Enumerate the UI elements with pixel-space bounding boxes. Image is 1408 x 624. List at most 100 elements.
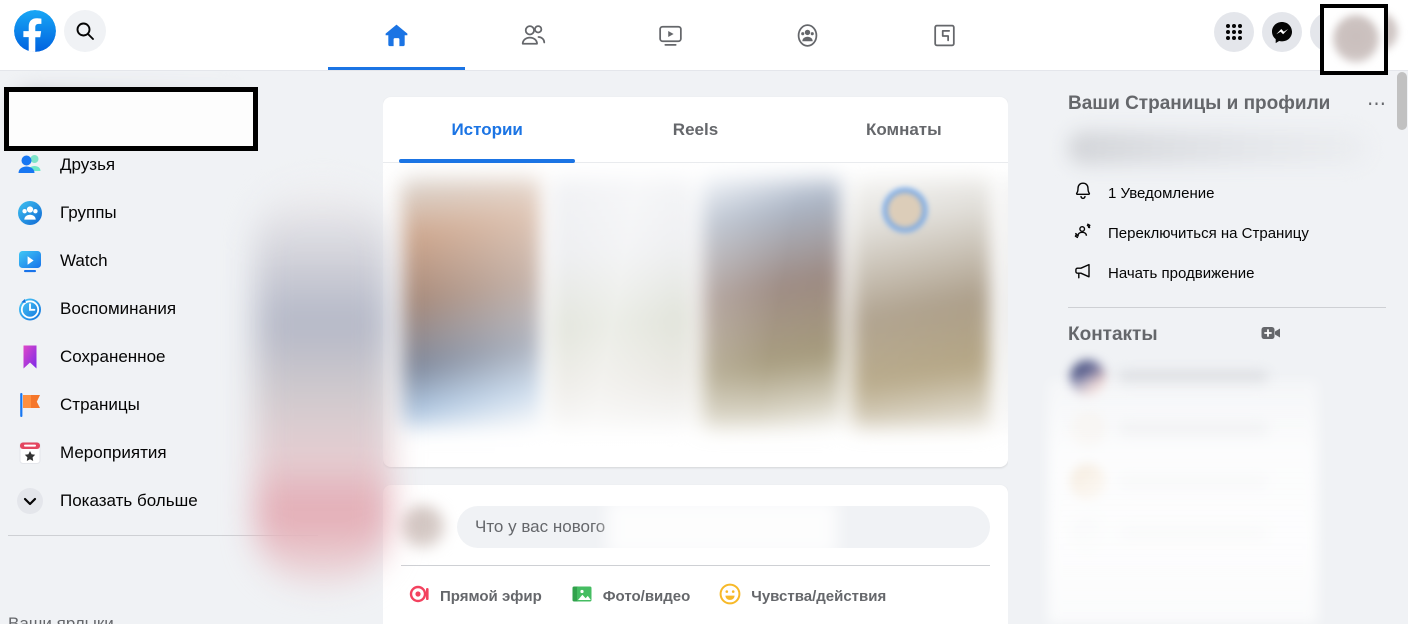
- sidebar-item-label: Мероприятия: [60, 443, 167, 462]
- bell-outline-icon: [1072, 180, 1094, 207]
- contact-list-item[interactable]: [1068, 352, 1392, 404]
- facebook-logo[interactable]: [14, 10, 56, 52]
- profile-highlight-backdrop: [9, 92, 253, 146]
- sidebar-item-label: Страницы: [60, 395, 140, 414]
- sidebar-item-saved[interactable]: Сохраненное: [4, 335, 332, 379]
- sidebar-item-label: Watch: [60, 251, 108, 270]
- photo-video-icon: [570, 582, 594, 610]
- watch-color-icon: [12, 243, 48, 279]
- nav-tab-watch[interactable]: [602, 0, 739, 70]
- sidebar-item-label: Группы: [60, 203, 117, 222]
- contact-list-item[interactable]: [1068, 456, 1392, 508]
- page-item-label: Переключиться на Страницу: [1108, 224, 1309, 242]
- story-card[interactable]: [551, 178, 692, 428]
- composer-blur-overlay: [607, 506, 837, 548]
- contact-name-blurred: [1118, 475, 1268, 489]
- composer-placeholder: Что у вас нового: [475, 517, 606, 536]
- pages-section-header: Ваши Страницы и профили ⋯: [1068, 89, 1392, 119]
- sidebar-item-label: Показать больше: [60, 491, 198, 510]
- watch-video-icon: [659, 25, 682, 46]
- chevron-down-icon: [12, 483, 48, 519]
- sidebar-divider: [8, 535, 318, 536]
- messenger-icon: [1272, 22, 1292, 44]
- search-button[interactable]: [64, 10, 106, 52]
- sidebar-item-watch[interactable]: Watch: [4, 239, 332, 283]
- nav-tab-groups[interactable]: [739, 0, 876, 70]
- contact-name-blurred: [1118, 423, 1268, 437]
- new-video-room-icon[interactable]: [1260, 322, 1282, 349]
- messenger-button[interactable]: [1262, 12, 1302, 52]
- composer-top-row: Что у вас нового: [383, 485, 1008, 549]
- composer-avatar[interactable]: [401, 505, 445, 549]
- photo-video-button[interactable]: Фото/видео: [560, 574, 701, 618]
- right-sidebar: Ваши Страницы и профили ⋯ 1 Уведомление …: [1048, 71, 1408, 624]
- tab-label: Комнаты: [865, 119, 942, 139]
- feeling-activity-button[interactable]: Чувства/действия: [708, 574, 896, 618]
- tab-label: Истории: [451, 119, 523, 139]
- page-entry-blur-shape: [1068, 131, 1368, 165]
- top-navigation-bar: 20+: [0, 0, 1408, 71]
- start-promotion-item[interactable]: Начать продвижение: [1068, 253, 1392, 293]
- feeling-smiley-icon: [718, 582, 742, 610]
- live-video-button[interactable]: Прямой эфир: [397, 574, 552, 618]
- sidebar-item-groups[interactable]: Группы: [4, 191, 332, 235]
- nav-tab-friends[interactable]: [465, 0, 602, 70]
- page-notifications-item[interactable]: 1 Уведомление: [1068, 173, 1392, 213]
- megaphone-icon: [1072, 260, 1094, 287]
- live-video-icon: [407, 582, 431, 610]
- contact-name-blurred: [1118, 527, 1268, 541]
- composer-action-label: Прямой эфир: [440, 587, 542, 605]
- search-icon: [76, 22, 94, 40]
- pages-flag-icon: [12, 387, 48, 423]
- contact-avatar: [1070, 412, 1106, 448]
- tab-reels[interactable]: Reels: [591, 97, 799, 162]
- story-card[interactable]: [701, 178, 842, 428]
- story-card[interactable]: [401, 178, 542, 428]
- page-item-label: Начать продвижение: [1108, 264, 1255, 282]
- nav-tab-home[interactable]: [328, 0, 465, 70]
- tab-rooms[interactable]: Комнаты: [800, 97, 1008, 162]
- sidebar-item-pages[interactable]: Страницы: [4, 383, 332, 427]
- friends-icon: [521, 24, 546, 45]
- contacts-section-title: Контакты: [1068, 324, 1158, 345]
- topbar-left-group: [14, 10, 106, 52]
- groups-icon: [797, 23, 818, 47]
- sidebar-item-events[interactable]: Мероприятия: [4, 431, 332, 475]
- composer-action-row: Прямой эфир Фото/видео Чувства/действия: [383, 566, 1008, 618]
- composer-input[interactable]: Что у вас нового: [457, 506, 990, 548]
- composer-action-label: Чувства/действия: [751, 587, 887, 605]
- center-feed: Истории Reels Комнаты Что у вас нового П…: [383, 71, 1008, 624]
- story-card[interactable]: [1001, 178, 1008, 428]
- sidebar-item-label: Воспоминания: [60, 299, 177, 318]
- nav-tab-gaming[interactable]: [876, 0, 1013, 70]
- sidebar-item-show-more[interactable]: Показать больше: [4, 479, 332, 523]
- page-entry-blurred[interactable]: [1068, 127, 1392, 173]
- memories-clock-icon: [12, 291, 48, 327]
- groups-color-icon: [12, 195, 48, 231]
- contact-name-blurred: [1118, 371, 1268, 385]
- switch-to-page-item[interactable]: Переключиться на Страницу: [1068, 213, 1392, 253]
- composer-action-label: Фото/видео: [602, 587, 691, 605]
- switch-profile-icon: [1072, 220, 1094, 247]
- right-sidebar-divider: [1068, 307, 1386, 308]
- sidebar-item-label: Друзья: [60, 155, 116, 174]
- pages-section-title: Ваши Страницы и профили: [1068, 93, 1331, 114]
- events-calendar-icon: [12, 435, 48, 471]
- page-item-label: 1 Уведомление: [1108, 184, 1215, 202]
- contact-avatar: [1070, 360, 1106, 396]
- contact-list-item[interactable]: [1068, 508, 1392, 560]
- story-author-ring: [883, 188, 927, 232]
- ellipsis-icon[interactable]: ⋯: [1362, 89, 1392, 119]
- sidebar-item-memories[interactable]: Воспоминания: [4, 287, 332, 331]
- contact-list-item[interactable]: [1068, 404, 1392, 456]
- tab-stories[interactable]: Истории: [383, 97, 591, 163]
- feed-tab-bar: Истории Reels Комнаты: [383, 97, 1008, 163]
- stories-carousel[interactable]: [383, 163, 1008, 467]
- friends-color-icon: [12, 147, 48, 183]
- grid-apps-icon: [1226, 24, 1242, 40]
- sidebar-shortcuts-heading-clipped: Ваши ярлыки: [8, 614, 114, 624]
- sidebar-item-friends[interactable]: Друзья: [4, 143, 332, 187]
- contact-avatar: [1070, 464, 1106, 500]
- page-scrollbar-thumb[interactable]: [1397, 72, 1407, 130]
- menu-grid-button[interactable]: [1214, 12, 1254, 52]
